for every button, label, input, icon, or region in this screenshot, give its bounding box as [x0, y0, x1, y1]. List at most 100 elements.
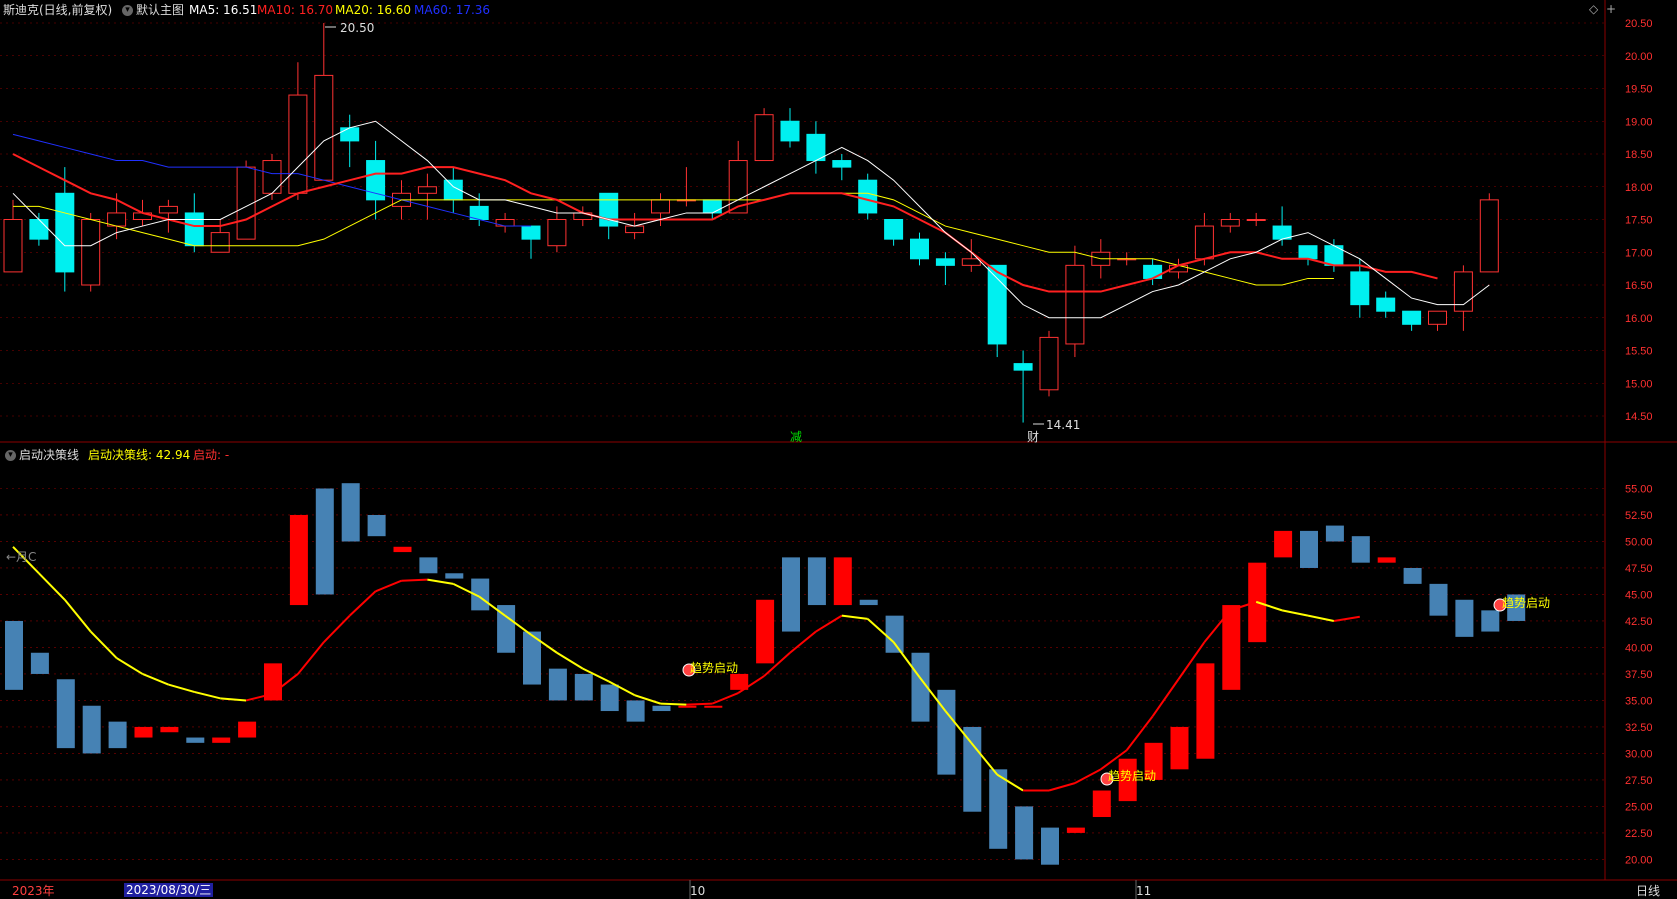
candle-body [55, 192, 75, 273]
indicator-bar [626, 700, 645, 722]
indicator-bar [5, 620, 23, 690]
decision-line-segment [815, 614, 843, 633]
candle-body [314, 74, 334, 181]
indicator-value: 启动决策线: 42.94 [88, 448, 191, 462]
decision-line-segment [660, 702, 687, 706]
stock-chart[interactable]: 20.50 20.00 19.50 19.00 18.50 18.00 17.50 17.00… [0, 0, 1677, 899]
price-tick-label: 14.50 [1625, 411, 1653, 423]
candle-body [366, 160, 386, 201]
candle-body [288, 94, 308, 194]
price-tick-label: 15.00 [1625, 378, 1653, 390]
stock-name-label: 斯迪克(日线,前复权) [3, 3, 113, 17]
indicator-bar [1455, 599, 1474, 637]
indicator-bar [782, 557, 800, 632]
candle-body [262, 160, 282, 194]
indicator-bar [1325, 525, 1344, 542]
indicator-bar [212, 737, 231, 743]
candle-body [858, 179, 878, 214]
indicator-bar [134, 726, 153, 738]
candle-body [1376, 297, 1396, 312]
indicator-bar [367, 514, 386, 537]
indicator-bar [807, 557, 826, 606]
price-tick-label: 16.00 [1625, 313, 1653, 325]
indicator-bar [1066, 827, 1085, 833]
template-label[interactable]: 默认主图 [136, 3, 184, 17]
indicator-bar [160, 726, 179, 733]
indicator-bar [1481, 610, 1500, 632]
indicator-name[interactable]: 启动决策线 [19, 448, 79, 462]
candle-body [1220, 219, 1240, 227]
indicator-dropdown-icon[interactable]: ▾ [5, 450, 16, 461]
indicator-bar [859, 599, 878, 606]
indicator-bar [238, 721, 257, 738]
decision-line-segment [38, 572, 66, 601]
candle-body [495, 219, 515, 227]
price-tick-label: 17.00 [1625, 247, 1653, 259]
finance-mark[interactable]: 财 [1027, 430, 1039, 444]
reduce-mark[interactable]: 减 [790, 430, 802, 444]
candle-body [1143, 264, 1163, 279]
indicator-bar [315, 488, 334, 595]
indicator-bar [1041, 827, 1059, 865]
high-price-label: 20.50 [340, 21, 375, 35]
decision-line-segment [1151, 678, 1180, 717]
indicator-bar [704, 705, 723, 708]
indicator-bar [1015, 806, 1034, 860]
candle-body [625, 225, 645, 234]
decision-line-segment [401, 578, 428, 582]
signal-label-1: 趋势启动 [690, 661, 739, 675]
candle-body [884, 219, 904, 240]
ma10-label: MA10: 16.70 [257, 3, 334, 17]
indicator-bar [108, 721, 127, 749]
low-price-label: 14.41 [1046, 418, 1081, 432]
candle-body [521, 225, 541, 240]
cursor-date: 2023/08/30/三 [124, 883, 214, 897]
decision-line-segment [841, 614, 868, 620]
candle-body [987, 264, 1007, 345]
candle-body [832, 160, 852, 168]
indicator-tick-label: 22.50 [1625, 828, 1653, 840]
indicator-tick-label: 20.00 [1625, 854, 1653, 866]
decision-line-segment [142, 673, 169, 686]
decision-line-segment [168, 683, 195, 693]
price-tick-label: 18.50 [1625, 149, 1653, 161]
decision-line-segment [116, 657, 144, 675]
indicator-bar [1351, 536, 1370, 563]
indicator-bar [548, 668, 567, 701]
indicator-bar [652, 705, 671, 712]
candle-body [29, 219, 49, 240]
price-tick-label: 15.50 [1625, 346, 1653, 358]
candle-body [935, 258, 955, 266]
indicator-tick-label: 42.50 [1625, 616, 1653, 628]
candle-body [184, 212, 204, 247]
ma20-label: MA20: 16.60 [335, 3, 412, 17]
indicator-bar [1403, 567, 1422, 584]
decision-line-segment [349, 590, 377, 617]
indicator-bar [756, 599, 775, 664]
indicator-bar [833, 557, 852, 606]
candle-body [417, 186, 437, 194]
template-dropdown-icon[interactable]: ▾ [122, 5, 133, 16]
indicator-bar [30, 652, 49, 674]
indicator-tick-label: 50.00 [1625, 536, 1653, 548]
decision-line-segment [89, 630, 118, 659]
candle-body [910, 238, 929, 260]
decision-line-segment [64, 599, 92, 633]
indicator-tick-label: 35.00 [1625, 695, 1653, 707]
ma60-label: MA60: 17.36 [414, 3, 491, 17]
diamond-icon[interactable]: ◇ [1589, 2, 1598, 16]
indicator-bar [885, 615, 904, 653]
candle-body [1194, 225, 1214, 260]
indicator-tick-label: 45.00 [1625, 589, 1653, 601]
candle-body [1246, 219, 1266, 221]
period-label[interactable]: 日线 [1636, 884, 1660, 898]
decision-line-segment [375, 579, 402, 593]
indicator-bar [393, 546, 412, 553]
candle-body [1298, 245, 1318, 260]
price-tick-label: 20.50 [1625, 18, 1653, 30]
price-tick-label: 19.50 [1625, 84, 1653, 96]
candle-body [1039, 336, 1059, 391]
candle-body [340, 127, 360, 142]
indicator-bar [600, 684, 619, 712]
plus-icon[interactable]: + [1606, 2, 1616, 16]
